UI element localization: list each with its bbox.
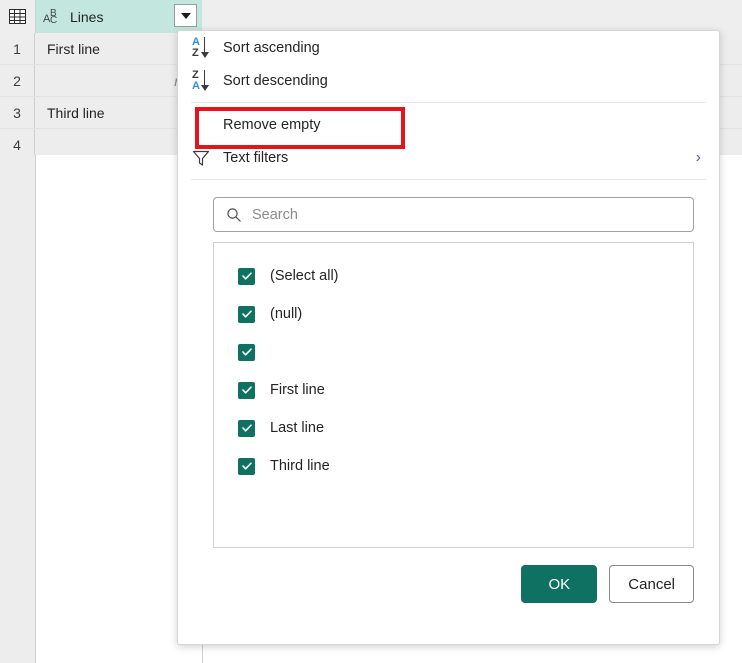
table-grid-icon <box>9 9 26 24</box>
header-empty-area <box>202 0 742 33</box>
gutter-filler <box>0 155 36 663</box>
checkbox-checked-icon[interactable] <box>238 343 255 361</box>
row-number: 3 <box>0 97 35 128</box>
list-item-label: (Select all) <box>270 268 339 284</box>
column-header-lines[interactable]: A B C Lines <box>36 0 202 33</box>
chevron-down-icon <box>180 12 191 19</box>
column-header-label: Lines <box>70 8 104 25</box>
list-item-label: Third line <box>270 458 330 474</box>
list-item[interactable]: (Select all) <box>214 257 693 295</box>
menu-item-label: Text filters <box>223 149 289 166</box>
search-icon <box>227 207 241 222</box>
list-item[interactable]: (null) <box>214 295 693 333</box>
search-input[interactable]: Search <box>213 197 694 232</box>
sort-desc-letter-top: Z <box>192 68 199 81</box>
cancel-button[interactable]: Cancel <box>609 565 694 603</box>
row-number: 2 <box>0 65 35 96</box>
row-number: 1 <box>0 33 35 64</box>
menu-divider <box>191 179 706 180</box>
column-filter-dropdown-button[interactable] <box>174 4 197 27</box>
chevron-right-icon: › <box>695 148 701 166</box>
sort-descending-icon: Z A <box>191 69 223 93</box>
checkbox-checked-icon[interactable] <box>238 381 255 399</box>
sort-asc-letter-top: A <box>192 35 200 48</box>
list-item[interactable]: Last line <box>214 409 693 447</box>
menu-item-label: Remove empty <box>223 116 321 133</box>
grid-header-row: A B C Lines <box>0 0 742 34</box>
list-item[interactable] <box>214 333 693 371</box>
funnel-icon <box>191 148 223 168</box>
select-all-table-corner[interactable] <box>0 0 36 33</box>
checkbox-checked-icon[interactable] <box>238 305 255 323</box>
menu-item-label: Sort descending <box>223 72 328 89</box>
checkbox-checked-icon[interactable] <box>238 419 255 437</box>
menu-item-remove-empty[interactable]: Remove empty <box>178 108 719 141</box>
sort-asc-letter-bottom: Z <box>192 46 199 59</box>
ok-button[interactable]: OK <box>521 565 598 603</box>
sort-ascending-icon: A Z <box>191 36 223 60</box>
menu-item-text-filters[interactable]: Text filters › <box>178 141 719 174</box>
menu-divider <box>191 102 706 103</box>
list-item-label: First line <box>270 382 325 398</box>
list-item-label: Last line <box>270 420 325 436</box>
filter-value-list[interactable]: (Select all) (null) First line Last line <box>213 242 694 548</box>
menu-item-sort-descending[interactable]: Z A Sort descending <box>178 64 719 97</box>
dialog-footer: OK Cancel <box>521 565 694 603</box>
search-container: Search <box>213 197 694 232</box>
abc-text-type-icon: A B C <box>43 8 63 26</box>
list-item[interactable]: First line <box>214 371 693 409</box>
column-filter-menu: A Z Sort ascending Z A Sort descending R… <box>177 30 720 645</box>
checkbox-checked-icon[interactable] <box>238 267 255 285</box>
abc-icon-c: C <box>50 14 58 26</box>
search-placeholder: Search <box>252 206 298 223</box>
list-item[interactable]: Third line <box>214 447 693 485</box>
checkbox-checked-icon[interactable] <box>238 457 255 475</box>
menu-item-label: Sort ascending <box>223 39 320 56</box>
sort-desc-letter-bottom: A <box>192 79 200 92</box>
list-item-label: (null) <box>270 306 303 322</box>
menu-item-sort-ascending[interactable]: A Z Sort ascending <box>178 31 719 64</box>
